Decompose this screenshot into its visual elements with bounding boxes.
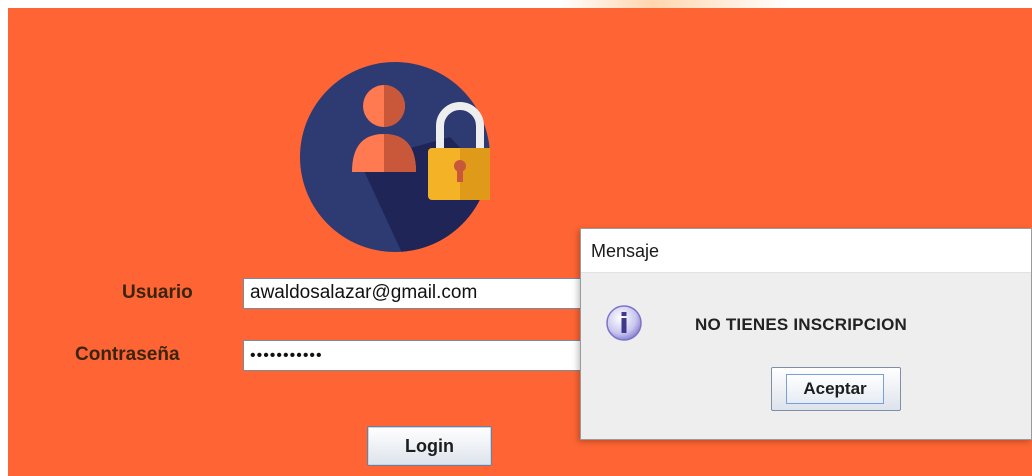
title-tint (560, 0, 790, 8)
accept-button[interactable]: Aceptar (771, 367, 901, 411)
message-dialog: Mensaje NO TIENES INSCRIPCION Aceptar (580, 228, 1032, 440)
login-button[interactable]: Login (367, 426, 492, 466)
username-input[interactable]: awaldosalazar@gmail.com (243, 278, 585, 309)
password-label: Contraseña (75, 344, 180, 365)
user-lock-icon (300, 62, 490, 252)
username-label: Usuario (122, 282, 193, 303)
accept-button-label: Aceptar (786, 374, 884, 404)
window-top-strip (0, 0, 1032, 8)
password-input[interactable]: ••••••••••• (243, 340, 585, 371)
dialog-title: Mensaje (591, 241, 660, 261)
info-icon (606, 305, 642, 341)
dialog-message: NO TIENES INSCRIPCION (695, 315, 908, 334)
dialog-titlebar[interactable]: Mensaje (581, 229, 1031, 273)
